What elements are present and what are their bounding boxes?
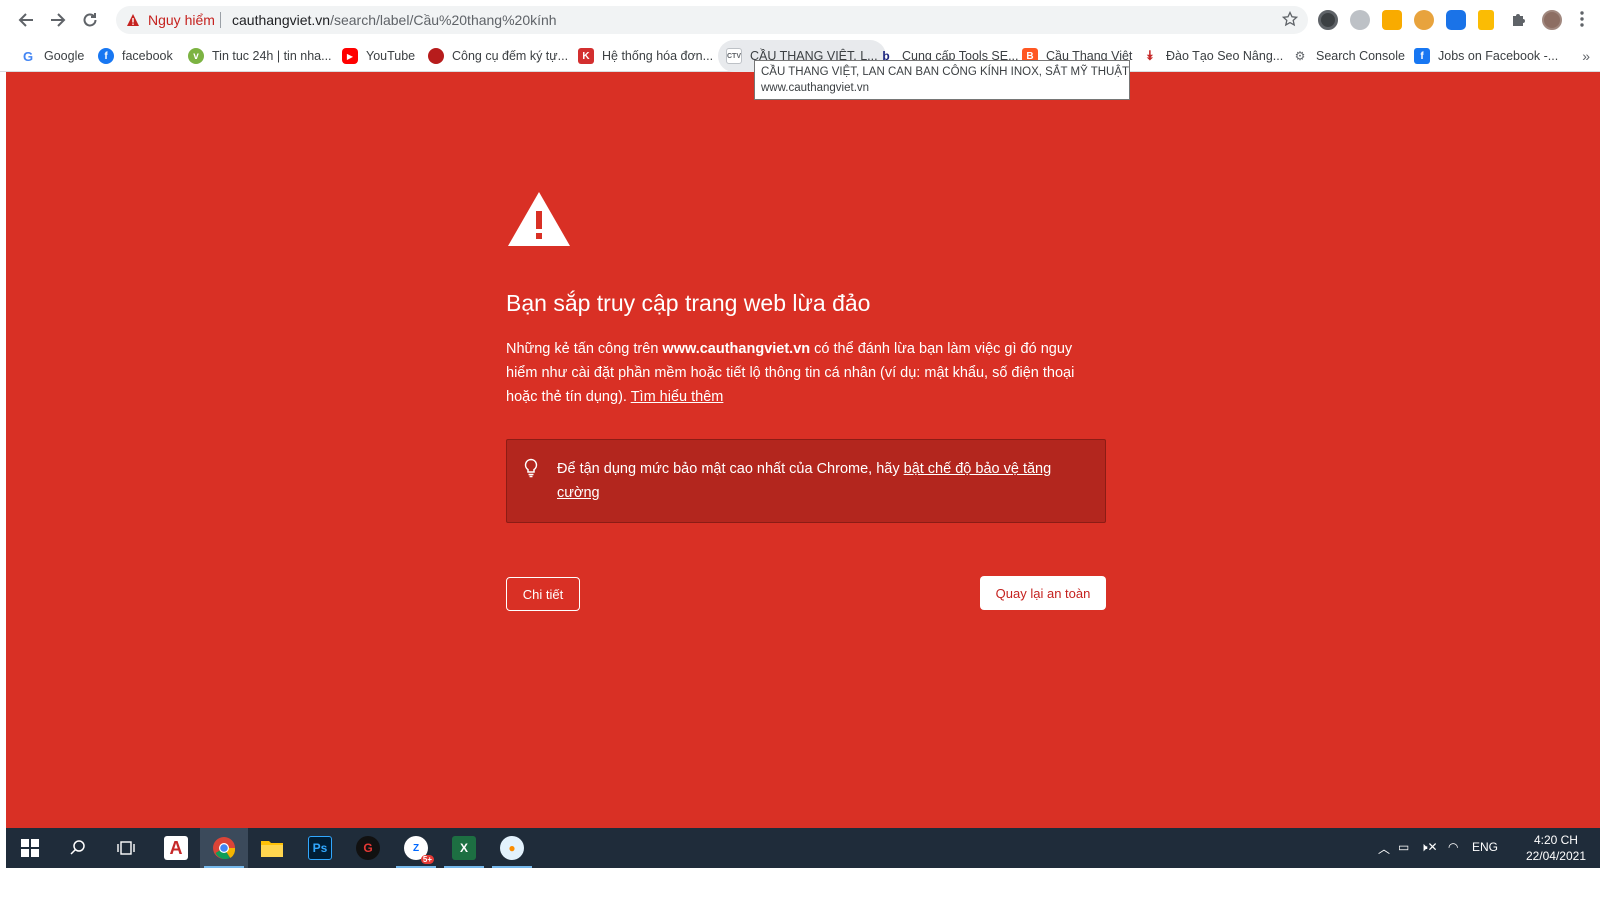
news-icon: v: [188, 48, 204, 64]
paint-app-icon[interactable]: ●: [488, 828, 536, 868]
site-icon: CTV: [726, 48, 742, 64]
bookmark-hoa-don[interactable]: K Hệ thống hóa đơn...: [578, 40, 713, 72]
zalo-icon: Z 5+: [404, 836, 434, 864]
bookmark-label: Jobs on Facebook -...: [1438, 49, 1559, 63]
clock-time: 4:20 CH: [1533, 833, 1578, 847]
bookmark-label: YouTube: [366, 49, 416, 63]
bookmark-youtube[interactable]: ▶ YouTube: [342, 40, 415, 72]
omnibox-separator: [220, 12, 221, 28]
garena-app-icon[interactable]: G: [344, 828, 392, 868]
address-bar[interactable]: Nguy hiểm cauthangviet.vn/search/label/C…: [116, 6, 1308, 34]
extension-seo-icon[interactable]: [1382, 10, 1402, 30]
extensions-puzzle-icon[interactable]: [1510, 10, 1530, 30]
photoshop-icon: Ps: [308, 836, 332, 860]
excel-app-icon[interactable]: X: [440, 828, 488, 868]
tool-icon: [428, 48, 444, 64]
bookmark-tooltip: CẦU THANG VIỆT, LAN CAN BAN CÔNG KÍNH IN…: [754, 60, 1130, 100]
browser-toolbar: Nguy hiểm cauthangviet.vn/search/label/C…: [0, 0, 1600, 40]
bookmark-jobs-facebook[interactable]: f Jobs on Facebook -...: [1414, 40, 1558, 72]
extension-blue-icon[interactable]: [1446, 10, 1466, 30]
bookmark-google[interactable]: G Google: [20, 40, 84, 72]
tip-text: Để tận dụng mức bảo mật cao nhất của Chr…: [557, 457, 1087, 505]
battery-icon[interactable]: ▭: [1398, 840, 1409, 854]
phishing-warning-page: Bạn sắp truy cập trang web lừa đảo Những…: [6, 72, 1600, 828]
search-icon[interactable]: [54, 828, 102, 868]
windows-taskbar: A Ps G Z 5+ X ● ︿ ▭ 🕨✕ ◠ ENG 4:20 CH 22/0…: [6, 828, 1600, 868]
extension-gear-icon[interactable]: [1350, 10, 1370, 30]
autocad-app-icon[interactable]: A: [152, 828, 200, 868]
reload-icon[interactable]: [78, 8, 102, 32]
kebab-menu-icon[interactable]: [1574, 9, 1590, 29]
bookmark-dao-tao-seo[interactable]: ⯯ Đào Tạo Seo Nâng...: [1142, 40, 1283, 72]
back-arrow-icon[interactable]: [14, 8, 38, 32]
google-icon: G: [22, 48, 34, 64]
page-heading: Bạn sắp truy cập trang web lừa đảo: [506, 290, 871, 316]
url-path: /search/label/Cầu%20thang%20kính: [330, 12, 557, 28]
bookmark-label: Search Console: [1316, 49, 1405, 63]
bookmark-facebook[interactable]: f facebook: [98, 40, 173, 72]
excel-icon: X: [452, 836, 476, 860]
bookmark-tin-tuc[interactable]: v Tin tuc 24h | tin nha...: [188, 40, 332, 72]
bookmark-search-console[interactable]: ⚙ Search Console: [1292, 40, 1405, 72]
tooltip-url: www.cauthangviet.vn: [761, 82, 870, 94]
danger-triangle-icon[interactable]: [126, 13, 140, 32]
description-prefix: Những kẻ tấn công trên: [506, 341, 663, 357]
danger-label[interactable]: Nguy hiểm: [148, 12, 215, 28]
taskbar-clock[interactable]: 4:20 CH 22/04/2021: [1526, 832, 1586, 864]
warning-description: Những kẻ tấn công trên www.cauthangviet.…: [506, 337, 1106, 409]
zalo-notification-badge: 5+: [420, 855, 434, 864]
bookmarks-overflow-icon[interactable]: »: [1582, 48, 1590, 64]
url-text[interactable]: cauthangviet.vn/search/label/Cầu%20thang…: [232, 12, 557, 28]
dangerous-domain: www.cauthangviet.vn: [662, 341, 811, 357]
chrome-icon: [213, 837, 236, 860]
seo-icon: ⯯: [1146, 48, 1154, 63]
learn-more-link[interactable]: Tìm hiểu thêm: [631, 389, 724, 405]
back-to-safety-button[interactable]: Quay lại an toàn: [980, 576, 1106, 610]
autocad-icon: A: [164, 836, 188, 860]
facebook-icon: f: [98, 48, 114, 64]
bookmark-label: Google: [44, 49, 85, 63]
extension-cookie-icon[interactable]: [1414, 10, 1434, 30]
tip-prefix: Để tận dụng mức bảo mật cao nhất của Chr…: [557, 461, 904, 477]
photoshop-app-icon[interactable]: Ps: [296, 828, 344, 868]
profile-avatar[interactable]: [1542, 10, 1562, 30]
bookmark-label: Đào Tạo Seo Nâng...: [1166, 49, 1284, 63]
start-button[interactable]: [6, 828, 54, 868]
volume-muted-icon[interactable]: 🕨✕: [1420, 840, 1438, 855]
forward-arrow-icon[interactable]: [46, 8, 70, 32]
bookmark-label: Tin tuc 24h | tin nha...: [212, 49, 332, 63]
details-button[interactable]: Chi tiết: [506, 577, 580, 611]
zalo-app-icon[interactable]: Z 5+: [392, 828, 440, 868]
bookmark-label: Công cụ đếm ký tự...: [452, 49, 569, 63]
language-indicator[interactable]: ENG: [1472, 840, 1498, 854]
warning-triangle-icon: [506, 190, 572, 253]
file-explorer-app-icon[interactable]: [248, 828, 296, 868]
bookmark-cong-cu[interactable]: Công cụ đếm ký tự...: [428, 40, 568, 72]
bottom-strip: [0, 868, 1600, 900]
clock-date: 22/04/2021: [1525, 849, 1586, 863]
search-console-icon: ⚙: [1294, 49, 1306, 63]
tooltip-title: CẦU THANG VIỆT, LAN CAN BAN CÔNG KÍNH IN…: [761, 66, 1130, 78]
bookmark-label: Hệ thống hóa đơn...: [602, 49, 714, 63]
tray-overflow-chevron-icon[interactable]: ︿: [1378, 840, 1390, 857]
lightbulb-icon: [523, 458, 539, 483]
bookmark-label: facebook: [122, 49, 173, 63]
extension-grammar-icon[interactable]: [1318, 10, 1338, 30]
invoice-icon: K: [578, 48, 594, 64]
facebook-jobs-icon: f: [1414, 48, 1430, 64]
youtube-icon: ▶: [342, 48, 358, 64]
enhanced-protection-tip: Để tận dụng mức bảo mật cao nhất của Chr…: [506, 439, 1106, 523]
folder-icon: [261, 841, 283, 857]
paint-palette-icon: ●: [500, 836, 524, 860]
star-icon[interactable]: [1281, 10, 1299, 32]
url-domain: cauthangviet.vn: [232, 12, 331, 28]
task-view-icon[interactable]: [102, 828, 150, 868]
chrome-app-icon[interactable]: [200, 828, 248, 868]
extension-note-icon[interactable]: [1478, 10, 1494, 30]
wifi-icon[interactable]: ◠: [1448, 840, 1458, 854]
garena-icon: G: [356, 836, 380, 860]
